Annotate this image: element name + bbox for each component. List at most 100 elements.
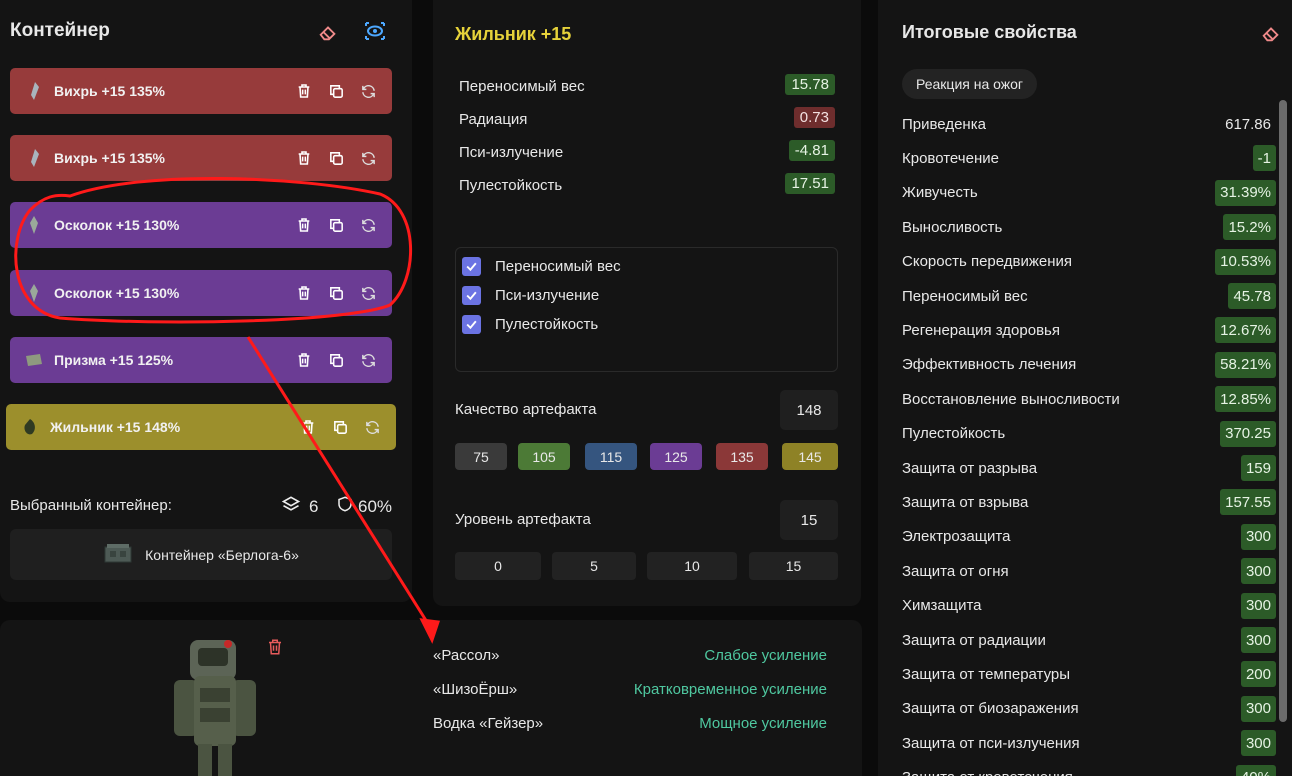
summary-prop-name: Защита от радиации bbox=[902, 631, 1046, 649]
summary-prop-row: Защита от огня 300 bbox=[902, 558, 1276, 585]
eye-icon[interactable] bbox=[362, 18, 388, 44]
copy-icon[interactable] bbox=[326, 215, 346, 235]
summary-prop-row: Защита от кровотечения 40% bbox=[902, 764, 1276, 776]
copy-icon[interactable] bbox=[326, 148, 346, 168]
quality-input[interactable]: 148 bbox=[780, 390, 838, 430]
container-name: Контейнер «Берлога-6» bbox=[145, 546, 299, 563]
trash-icon[interactable] bbox=[294, 215, 314, 235]
quality-preset-button[interactable]: 145 bbox=[782, 443, 838, 470]
refresh-icon[interactable] bbox=[358, 283, 378, 303]
quality-preset-button[interactable]: 75 bbox=[455, 443, 507, 470]
refresh-icon[interactable] bbox=[358, 148, 378, 168]
artifact-thumb-icon bbox=[24, 81, 44, 101]
artifact-item-label: Призма +15 125% bbox=[54, 352, 174, 368]
summary-prop-value: 15.2% bbox=[1223, 214, 1276, 241]
boost-effect: Мощное усиление bbox=[699, 714, 827, 732]
artifact-thumb-icon bbox=[24, 283, 44, 303]
trash-icon[interactable] bbox=[294, 81, 314, 101]
summary-prop-name: Регенерация здоровья bbox=[902, 321, 1060, 339]
refresh-icon[interactable] bbox=[358, 81, 378, 101]
summary-prop-row: Эффективность лечения 58.21% bbox=[902, 351, 1276, 378]
summary-prop-row: Скорость передвижения 10.53% bbox=[902, 248, 1276, 275]
trash-icon[interactable] bbox=[294, 283, 314, 303]
level-input[interactable]: 15 bbox=[780, 500, 838, 540]
artifact-item-label: Вихрь +15 135% bbox=[54, 83, 165, 99]
summary-prop-value: 200 bbox=[1240, 661, 1276, 688]
artifact-thumb-icon bbox=[24, 215, 44, 235]
copy-icon[interactable] bbox=[326, 81, 346, 101]
stat-filter-label: Пси-излучение bbox=[495, 286, 600, 304]
artifact-item[interactable]: Вихрь +15 135% bbox=[10, 68, 392, 114]
summary-prop-name: Кровотечение bbox=[902, 149, 999, 167]
quality-preset-button[interactable]: 115 bbox=[585, 443, 637, 470]
boost-row[interactable]: «Рассол» Слабое усиление bbox=[433, 644, 827, 666]
summary-tag[interactable]: Реакция на ожог bbox=[902, 69, 1038, 99]
stat-filter-checkbox[interactable]: Пулестойкость bbox=[462, 312, 598, 336]
summary-prop-value: 45.78 bbox=[1228, 283, 1276, 309]
summary-prop-name: Пулестойкость bbox=[902, 425, 1006, 443]
selected-container-label: Выбранный контейнер: bbox=[10, 497, 172, 514]
checkmark-icon[interactable] bbox=[462, 256, 481, 276]
boost-row[interactable]: Водка «Гейзер» Мощное усиление bbox=[433, 712, 827, 734]
summary-prop-row: Защита от температуры 200 bbox=[902, 661, 1276, 688]
refresh-icon[interactable] bbox=[362, 417, 382, 437]
summary-prop-value: 300 bbox=[1240, 695, 1276, 722]
stat-filter-checkbox[interactable]: Пси-излучение bbox=[462, 283, 599, 307]
artifact-thumb-icon bbox=[20, 417, 40, 437]
summary-prop-value: 58.21% bbox=[1215, 351, 1276, 378]
summary-prop-row: Химзащита 300 bbox=[902, 592, 1276, 619]
summary-prop-value: 300 bbox=[1240, 558, 1276, 585]
artifact-item[interactable]: Жильник +15 148% bbox=[6, 404, 396, 450]
level-preset-button[interactable]: 10 bbox=[647, 552, 737, 580]
artifact-item[interactable]: Осколок +15 130% bbox=[10, 270, 392, 316]
artifact-stat-value: -4.81 bbox=[788, 140, 835, 161]
container-select-button[interactable]: Контейнер «Берлога-6» bbox=[10, 529, 392, 580]
eraser-icon[interactable] bbox=[315, 19, 341, 45]
checkmark-icon[interactable] bbox=[462, 314, 481, 334]
shield-icon bbox=[336, 494, 354, 519]
trash-icon[interactable] bbox=[294, 350, 314, 370]
quality-preset-button[interactable]: 125 bbox=[650, 443, 702, 470]
trash-icon[interactable] bbox=[262, 634, 288, 660]
artifact-item-actions bbox=[294, 350, 378, 370]
artifact-item[interactable]: Вихрь +15 135% bbox=[10, 135, 392, 181]
level-preset-button[interactable]: 0 bbox=[455, 552, 541, 580]
summary-prop-value: 157.55 bbox=[1220, 489, 1276, 516]
summary-prop-row: Переносимый вес 45.78 bbox=[902, 283, 1276, 309]
summary-prop-row: Защита от разрыва 159 bbox=[902, 455, 1276, 481]
artifact-item-label: Жильник +15 148% bbox=[50, 419, 181, 435]
trash-icon[interactable] bbox=[294, 148, 314, 168]
summary-prop-name: Защита от пси-излучения bbox=[902, 734, 1080, 752]
refresh-icon[interactable] bbox=[358, 350, 378, 370]
summary-prop-row: Электрозащита 300 bbox=[902, 523, 1276, 550]
checkmark-icon[interactable] bbox=[462, 285, 481, 305]
boost-name: «ШизоЁрш» bbox=[433, 680, 518, 698]
artifact-item-actions bbox=[294, 148, 378, 168]
artifact-item[interactable]: Призма +15 125% bbox=[10, 337, 392, 383]
copy-icon[interactable] bbox=[330, 417, 350, 437]
trash-icon[interactable] bbox=[298, 417, 318, 437]
summary-prop-value: 617.86 bbox=[1225, 115, 1271, 133]
level-preset-button[interactable]: 5 bbox=[552, 552, 636, 580]
eraser-icon[interactable] bbox=[1258, 20, 1284, 46]
quality-preset-button[interactable]: 105 bbox=[518, 443, 570, 470]
refresh-icon[interactable] bbox=[358, 215, 378, 235]
boost-row[interactable]: «ШизоЁрш» Кратковременное усиление bbox=[433, 678, 827, 700]
stat-filter-checkbox[interactable]: Переносимый вес bbox=[462, 254, 621, 278]
boost-name: Водка «Гейзер» bbox=[433, 714, 544, 732]
page: Контейнер Вихрь +15 135% Вихрь +15 135% Ос… bbox=[0, 0, 1292, 776]
summary-prop-name: Живучесть bbox=[902, 184, 978, 202]
artifact-stat-row: Переносимый вес 15.78 bbox=[459, 73, 835, 99]
artifact-item[interactable]: Осколок +15 130% bbox=[10, 202, 392, 248]
artifact-item-label: Осколок +15 130% bbox=[54, 217, 180, 233]
summary-scrollbar[interactable] bbox=[1279, 100, 1287, 722]
summary-prop-name: Восстановление выносливости bbox=[902, 390, 1120, 408]
copy-icon[interactable] bbox=[326, 350, 346, 370]
quality-preset-button[interactable]: 135 bbox=[716, 443, 768, 470]
artifact-item-label: Вихрь +15 135% bbox=[54, 150, 165, 166]
artifact-stat-value: 0.73 bbox=[793, 107, 835, 128]
summary-prop-value: 12.85% bbox=[1215, 386, 1276, 413]
level-preset-button[interactable]: 15 bbox=[749, 552, 838, 580]
copy-icon[interactable] bbox=[326, 283, 346, 303]
artifact-stat-row: Радиация 0.73 bbox=[459, 106, 835, 132]
